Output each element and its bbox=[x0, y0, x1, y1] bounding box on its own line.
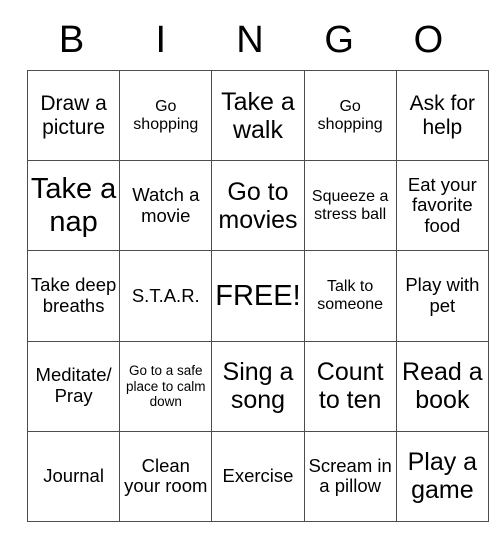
bingo-cell[interactable]: Watch a movie bbox=[119, 160, 213, 252]
bingo-row: Take a nap Watch a movie Go to movies Sq… bbox=[26, 160, 489, 252]
bingo-cell[interactable]: Play a game bbox=[395, 430, 489, 522]
bingo-cell[interactable]: Read a book bbox=[395, 340, 489, 432]
bingo-cell[interactable]: Sing a song bbox=[211, 340, 305, 432]
bingo-cell[interactable]: Squeeze a stress ball bbox=[303, 160, 397, 252]
bingo-cell[interactable]: Journal bbox=[26, 430, 121, 522]
bingo-cell[interactable]: Talk to someone bbox=[303, 250, 397, 342]
bingo-cell[interactable]: Eat your favorite food bbox=[395, 160, 489, 252]
bingo-header-letter-i: I bbox=[155, 19, 167, 61]
bingo-cell[interactable]: Take a nap bbox=[26, 160, 121, 252]
bingo-cell[interactable]: Go to movies bbox=[211, 160, 305, 252]
bingo-cell[interactable]: Go shopping bbox=[119, 69, 213, 162]
bingo-header-letter-n: N bbox=[236, 19, 264, 61]
bingo-card: B I N G O Draw a picture Go shopping Tak… bbox=[26, 10, 489, 522]
bingo-cell[interactable]: Ask for help bbox=[395, 69, 489, 162]
bingo-header: B I N G O bbox=[27, 10, 473, 70]
bingo-row: Draw a picture Go shopping Take a walk G… bbox=[26, 69, 489, 162]
bingo-row: Journal Clean your room Exercise Scream … bbox=[26, 430, 489, 522]
bingo-cell[interactable]: Clean your room bbox=[119, 430, 213, 522]
bingo-cell[interactable]: Go shopping bbox=[303, 69, 397, 162]
bingo-cell[interactable]: Scream in a pillow bbox=[303, 430, 397, 522]
bingo-cell[interactable]: S.T.A.R. bbox=[119, 250, 213, 342]
bingo-header-letter-g: G bbox=[324, 19, 354, 61]
bingo-header-letter-o: O bbox=[413, 19, 444, 61]
bingo-cell[interactable]: Take deep breaths bbox=[26, 250, 121, 342]
bingo-cell[interactable]: Draw a picture bbox=[26, 69, 121, 162]
bingo-cell[interactable]: Count to ten bbox=[303, 340, 397, 432]
bingo-cell[interactable]: Go to a safe place to calm down bbox=[119, 340, 213, 432]
bingo-header-letter-b: B bbox=[58, 19, 85, 61]
bingo-cell-free[interactable]: FREE! bbox=[211, 250, 305, 342]
bingo-cell[interactable]: Take a walk bbox=[211, 69, 305, 162]
bingo-grid: Draw a picture Go shopping Take a walk G… bbox=[26, 69, 489, 522]
bingo-cell[interactable]: Exercise bbox=[211, 430, 305, 522]
bingo-cell[interactable]: Meditate/ Pray bbox=[26, 340, 121, 432]
bingo-cell[interactable]: Play with pet bbox=[395, 250, 489, 342]
bingo-row: Take deep breaths S.T.A.R. FREE! Talk to… bbox=[26, 250, 489, 342]
bingo-row: Meditate/ Pray Go to a safe place to cal… bbox=[26, 340, 489, 432]
